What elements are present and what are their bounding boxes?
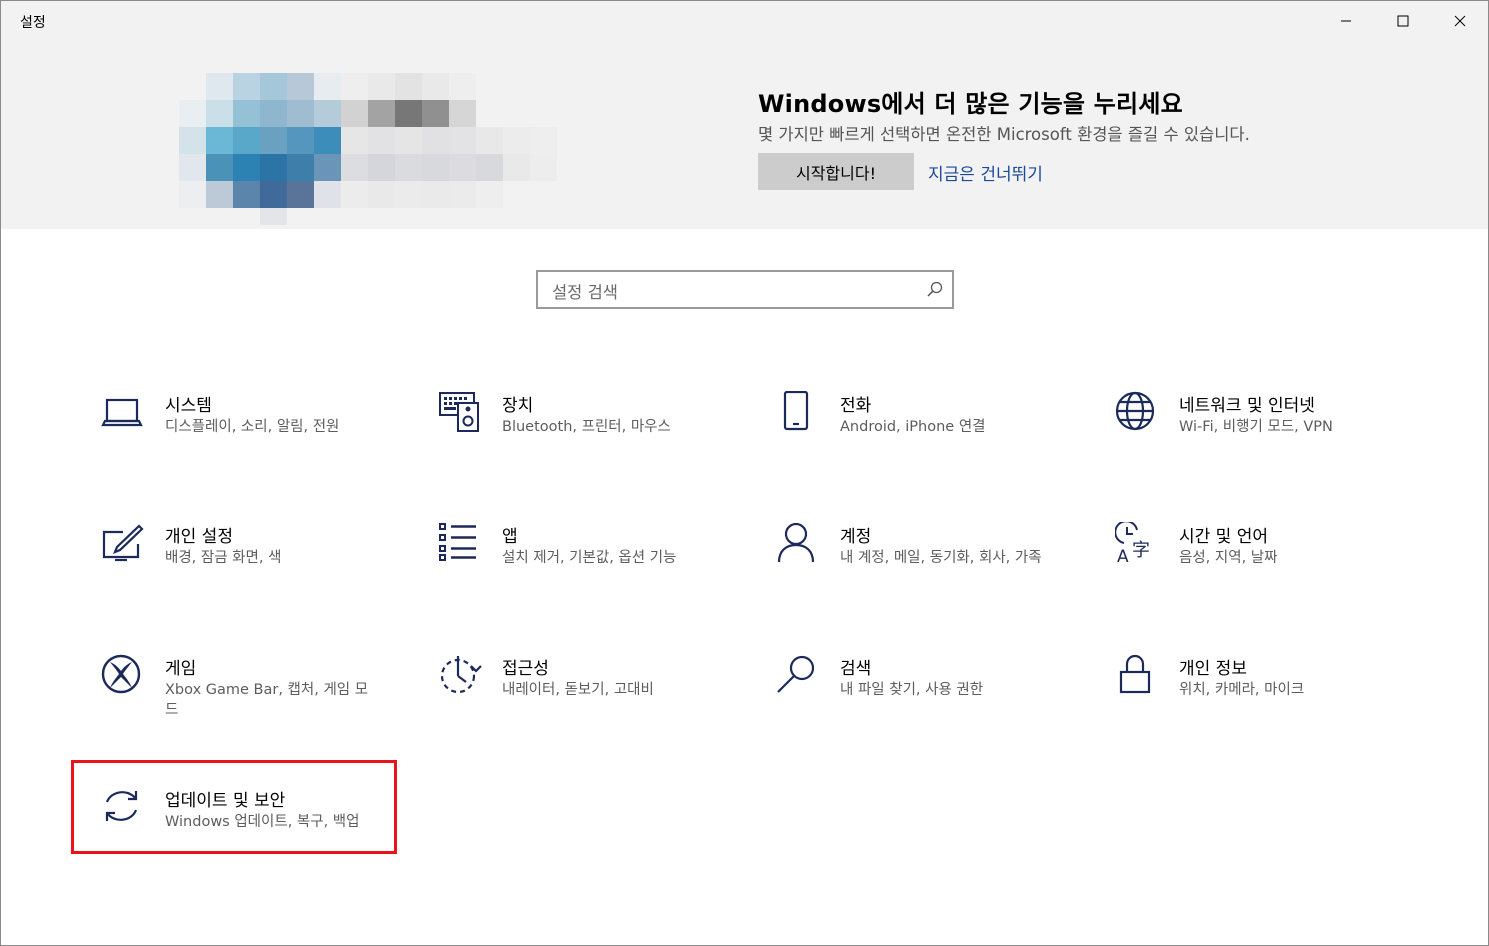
time-language-icon: A 字 [1115,522,1150,566]
window-title: 설정 [20,15,46,31]
tile-network[interactable]: 네트워크 및 인터넷 Wi-Fi, 비행기 모드, VPN [1115,391,1435,491]
banner-title: Windows에서 더 많은 기능을 누리세요 [758,90,1183,118]
tile-subtitle: 내 계정, 메일, 동기화, 회사, 가족 [840,550,1042,566]
laptop-icon [101,398,143,427]
tile-title: 개인 설정 [165,527,233,547]
devices-icon [439,392,479,432]
close-button[interactable] [1431,1,1488,41]
tile-system[interactable]: 시스템 디스플레이, 소리, 알림, 전원 [101,391,421,491]
settings-search-box[interactable]: 설정 검색 [536,270,954,309]
tile-subtitle: 내레이터, 돋보기, 고대비 [502,682,654,698]
search-icon [777,655,815,693]
promo-banner: Windows에서 더 많은 기능을 누리세요 몇 가지만 빠르게 선택하면 온… [1,41,1488,229]
tile-title: 전화 [840,396,872,416]
globe-icon [1115,391,1155,431]
tile-phone[interactable]: 전화 Android, iPhone 연결 [776,391,1096,491]
person-icon [777,522,815,563]
svg-text:A: A [1117,547,1129,566]
tile-personalization[interactable]: 개인 설정 배경, 잠금 화면, 색 [101,522,421,622]
tile-apps[interactable]: 앱 설치 제거, 기본값, 옵션 기능 [438,522,758,622]
tile-title: 시스템 [165,396,212,416]
search-placeholder: 설정 검색 [552,283,618,302]
close-icon [1454,15,1465,27]
tile-title: 앱 [502,527,518,547]
tile-subtitle: 디스플레이, 소리, 알림, 전원 [165,419,340,435]
tile-subtitle: 설치 제거, 기본값, 옵션 기능 [502,550,677,566]
tile-subtitle: Wi-Fi, 비행기 모드, VPN [1179,419,1333,435]
personalization-icon [102,524,144,562]
tile-accessibility[interactable]: 접근성 내레이터, 돋보기, 고대비 [438,654,758,754]
tile-subtitle: 음성, 지역, 날짜 [1179,550,1278,566]
tile-title: 게임 [165,659,197,679]
highlight-box [71,760,397,854]
pixelated-image [179,73,557,225]
get-started-button[interactable]: 시작합니다! [758,153,914,190]
tile-subtitle: 내 파일 찾기, 사용 권한 [840,682,984,698]
tile-title: 개인 정보 [1179,659,1247,679]
maximize-icon [1397,15,1408,27]
apps-list-icon [439,523,476,561]
tile-gaming[interactable]: 게임 Xbox Game Bar, 캡처, 게임 모드 [101,654,421,754]
tile-devices[interactable]: 장치 Bluetooth, 프린터, 마우스 [438,391,758,491]
search-icon[interactable] [926,280,944,298]
tile-title: 네트워크 및 인터넷 [1179,396,1315,416]
banner-subtitle: 몇 가지만 빠르게 선택하면 온전한 Microsoft 환경을 즐길 수 있습… [758,125,1250,144]
tile-title: 접근성 [502,659,549,679]
xbox-icon [101,654,141,694]
tile-subtitle: 배경, 잠금 화면, 색 [165,550,282,566]
tile-title: 장치 [502,396,534,416]
tile-title: 시간 및 언어 [1179,527,1269,547]
tile-accounts[interactable]: 계정 내 계정, 메일, 동기화, 회사, 가족 [776,522,1096,622]
skip-for-now-link[interactable]: 지금은 건너뛰기 [928,160,1043,185]
settings-window: 설정 Windows에서 더 많은 기능을 누리세요 몇 가지만 빠르게 선택하… [0,0,1489,946]
tile-time-language[interactable]: A 字 시간 및 언어 음성, 지역, 날짜 [1115,522,1435,622]
tile-subtitle: Bluetooth, 프린터, 마우스 [502,419,671,435]
tile-title: 계정 [840,527,872,547]
accessibility-icon [440,656,482,694]
minimize-icon [1340,20,1351,22]
minimize-button[interactable] [1317,1,1374,41]
phone-icon [783,391,809,431]
lock-icon [1119,654,1151,694]
svg-text:字: 字 [1132,540,1150,561]
maximize-button[interactable] [1374,1,1431,41]
tile-privacy[interactable]: 개인 정보 위치, 카메라, 마이크 [1115,654,1435,754]
tile-subtitle: 위치, 카메라, 마이크 [1179,682,1305,698]
tile-subtitle: Android, iPhone 연결 [840,419,986,435]
tile-subtitle: Xbox Game Bar, 캡처, 게임 모드 [165,682,369,718]
title-bar: 설정 [1,1,1488,41]
tile-title: 검색 [840,659,872,679]
tile-search[interactable]: 검색 내 파일 찾기, 사용 권한 [776,654,1096,754]
